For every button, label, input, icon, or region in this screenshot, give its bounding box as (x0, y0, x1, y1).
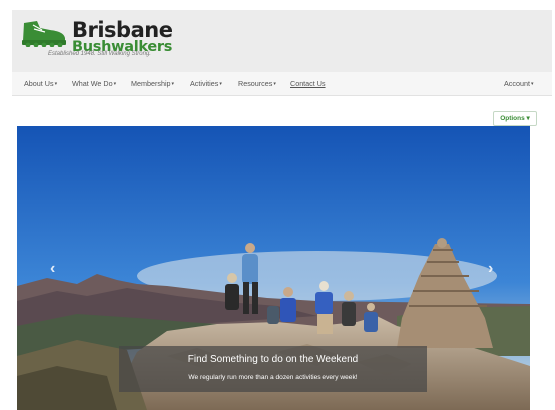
site-tagline: Established 1948. Still Walking Strong. (48, 51, 151, 57)
nav-about-us[interactable]: About Us▾ (24, 79, 57, 88)
page: Brisbane Bushwalkers Established 1948. S… (0, 0, 555, 410)
nav-about-us-label: About Us (24, 79, 54, 88)
main-nav: About Us▾ What We Do▾ Membership▾ Activi… (12, 72, 552, 96)
site-header: Brisbane Bushwalkers Established 1948. S… (12, 10, 552, 72)
chevron-down-icon: ▾ (273, 81, 276, 87)
nav-membership-label: Membership (131, 79, 171, 88)
nav-account-label: Account (504, 79, 530, 88)
nav-resources-label: Resources (238, 79, 273, 88)
hiking-boot-icon (22, 21, 66, 47)
nav-membership[interactable]: Membership▾ (131, 79, 174, 88)
nav-activities[interactable]: Activities▾ (190, 79, 222, 88)
brand-name-line1: Brisbane (72, 18, 173, 42)
nav-contact-us[interactable]: Contact Us (290, 79, 326, 88)
carousel-indicators (267, 402, 288, 408)
chevron-down-icon: ▾ (113, 81, 117, 87)
nav-resources[interactable]: Resources▾ (238, 79, 276, 88)
carousel-caption: Find Something to do on the Weekend We r… (119, 346, 427, 392)
options-button[interactable]: Options ▾ (493, 111, 537, 126)
nav-what-we-do-label: What We Do (72, 79, 113, 88)
hero-carousel: ‹ › Find Something to do on the Weekend … (17, 126, 530, 410)
chevron-down-icon: ▾ (171, 81, 175, 87)
carousel-caption-subtitle: We regularly run more than a dozen activ… (188, 374, 358, 381)
carousel-prev-button[interactable]: ‹ (50, 260, 55, 278)
site-logo[interactable]: Brisbane Bushwalkers (20, 17, 180, 69)
nav-what-we-do[interactable]: What We Do▾ (72, 79, 116, 88)
carousel-next-button[interactable]: › (488, 260, 493, 278)
nav-account[interactable]: Account▾ (504, 79, 534, 88)
chevron-down-icon: ▾ (530, 81, 534, 87)
chevron-down-icon: ▾ (219, 81, 222, 87)
chevron-down-icon: ▾ (54, 81, 58, 87)
carousel-caption-title: Find Something to do on the Weekend (187, 354, 359, 365)
nav-activities-label: Activities (190, 79, 219, 88)
